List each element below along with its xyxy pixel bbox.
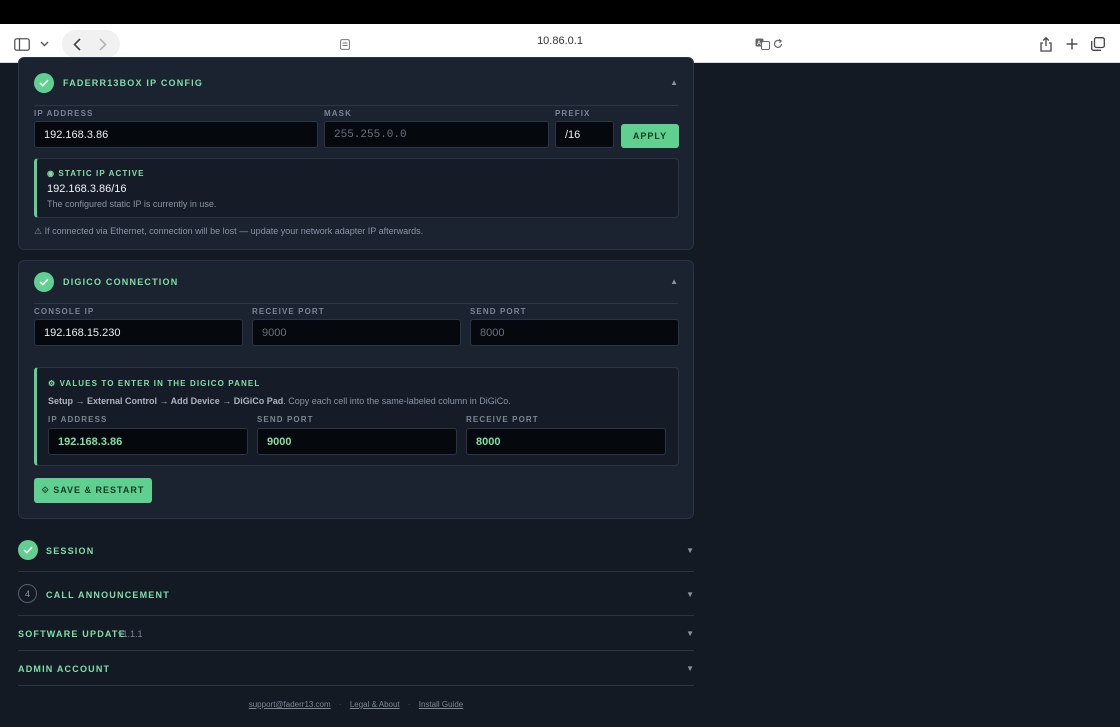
prefix-input[interactable]: /16 bbox=[555, 121, 614, 148]
panel-send-port-value: 9000 bbox=[257, 428, 457, 455]
panel-description: . Copy each cell into the same-labeled c… bbox=[283, 396, 511, 406]
check-icon bbox=[34, 73, 54, 93]
share-icon[interactable] bbox=[1038, 33, 1054, 55]
status-title: ◉ STATIC IP ACTIVE bbox=[47, 169, 145, 178]
mask-label: MASK bbox=[324, 109, 352, 118]
check-icon bbox=[18, 540, 38, 560]
expand-caret-icon[interactable]: ▼ bbox=[686, 664, 694, 673]
session-title: SESSION bbox=[46, 546, 95, 556]
send-port-label: SEND PORT bbox=[470, 307, 527, 316]
url-field[interactable]: 10.86.0.1 bbox=[0, 35, 1120, 47]
step-number-badge: 4 bbox=[18, 584, 37, 603]
footer-separator: · bbox=[407, 700, 411, 709]
prefix-label: PREFIX bbox=[555, 109, 591, 118]
receive-port-label: RECEIVE PORT bbox=[252, 307, 325, 316]
reload-icon[interactable] bbox=[772, 33, 784, 55]
call-announcement-title: CALL ANNOUNCEMENT bbox=[46, 590, 170, 600]
digico-header[interactable]: DIGICO CONNECTION ▲ bbox=[34, 261, 678, 303]
session-section[interactable]: SESSION ▼ bbox=[18, 528, 694, 572]
install-guide-link[interactable]: Install Guide bbox=[419, 700, 463, 709]
system-bar bbox=[0, 0, 1120, 24]
digico-title: DIGICO CONNECTION bbox=[63, 277, 179, 287]
ip-address-input[interactable]: 192.168.3.86 bbox=[34, 121, 318, 148]
footer: support@faderr13.com · Legal & About · I… bbox=[0, 700, 712, 709]
ethernet-warning: ⚠ If connected via Ethernet, connection … bbox=[34, 226, 424, 236]
ip-address-label: IP ADDRESS bbox=[34, 109, 94, 118]
ip-config-card: FADERR13BOX IP CONFIG ▲ IP ADDRESS 192.1… bbox=[18, 57, 694, 250]
apply-button[interactable]: APPLY bbox=[621, 124, 679, 148]
admin-account-section[interactable]: ADMIN ACCOUNT ▼ bbox=[18, 651, 694, 686]
status-value: 192.168.3.86/16 bbox=[47, 183, 127, 195]
digico-card: DIGICO CONNECTION ▲ CONSOLE IP 192.168.1… bbox=[18, 260, 694, 519]
version-label: v1.1.1 bbox=[118, 629, 143, 639]
receive-port-input[interactable]: 9000 bbox=[252, 319, 461, 346]
footer-separator: · bbox=[338, 700, 342, 709]
expand-caret-icon[interactable]: ▼ bbox=[686, 546, 694, 555]
ip-config-title: FADERR13BOX IP CONFIG bbox=[63, 78, 204, 88]
translate-icon[interactable]: A bbox=[754, 33, 770, 55]
check-icon bbox=[34, 272, 54, 292]
divider bbox=[34, 303, 678, 304]
static-ip-status: ◉ STATIC IP ACTIVE 192.168.3.86/16 The c… bbox=[34, 158, 679, 218]
software-update-title: SOFTWARE UPDATE bbox=[18, 629, 126, 639]
collapse-caret-icon[interactable]: ▲ bbox=[670, 277, 678, 286]
panel-ip-value: 192.168.3.86 bbox=[48, 428, 248, 455]
panel-instructions: Setup → External Control → Add Device → … bbox=[48, 396, 511, 406]
panel-receive-port-value: 8000 bbox=[466, 428, 666, 455]
panel-receive-port-label: RECEIVE PORT bbox=[466, 415, 539, 424]
expand-caret-icon[interactable]: ▼ bbox=[686, 629, 694, 638]
panel-ip-label: IP ADDRESS bbox=[48, 415, 108, 424]
new-tab-icon[interactable] bbox=[1064, 33, 1080, 55]
tabs-overview-icon[interactable] bbox=[1090, 33, 1106, 55]
digico-panel-values: ⚙ VALUES TO ENTER IN THE DIGICO PANEL Se… bbox=[34, 367, 679, 466]
send-port-input[interactable]: 8000 bbox=[470, 319, 679, 346]
expand-caret-icon[interactable]: ▼ bbox=[686, 590, 694, 599]
divider bbox=[34, 105, 678, 106]
panel-path: Setup → External Control → Add Device → … bbox=[48, 396, 284, 406]
console-ip-label: CONSOLE IP bbox=[34, 307, 95, 316]
panel-title: ⚙ VALUES TO ENTER IN THE DIGICO PANEL bbox=[48, 379, 261, 388]
page-content: FADERR13BOX IP CONFIG ▲ IP ADDRESS 192.1… bbox=[0, 57, 1120, 727]
call-announcement-section[interactable]: 4 CALL ANNOUNCEMENT ▼ bbox=[18, 572, 694, 616]
mask-input[interactable]: 255.255.0.0 bbox=[324, 121, 549, 148]
status-description: The configured static IP is currently in… bbox=[47, 199, 217, 209]
console-ip-input[interactable]: 192.168.15.230 bbox=[34, 319, 243, 346]
legal-link[interactable]: Legal & About bbox=[350, 700, 400, 709]
software-update-section[interactable]: SOFTWARE UPDATE v1.1.1 ▼ bbox=[18, 616, 694, 651]
panel-send-port-label: SEND PORT bbox=[257, 415, 314, 424]
admin-account-title: ADMIN ACCOUNT bbox=[18, 664, 111, 674]
collapse-caret-icon[interactable]: ▲ bbox=[670, 78, 678, 87]
support-email-link[interactable]: support@faderr13.com bbox=[249, 700, 331, 709]
ip-config-header[interactable]: FADERR13BOX IP CONFIG ▲ bbox=[34, 58, 678, 108]
save-restart-button[interactable]: ⟐ SAVE & RESTART bbox=[34, 478, 152, 503]
